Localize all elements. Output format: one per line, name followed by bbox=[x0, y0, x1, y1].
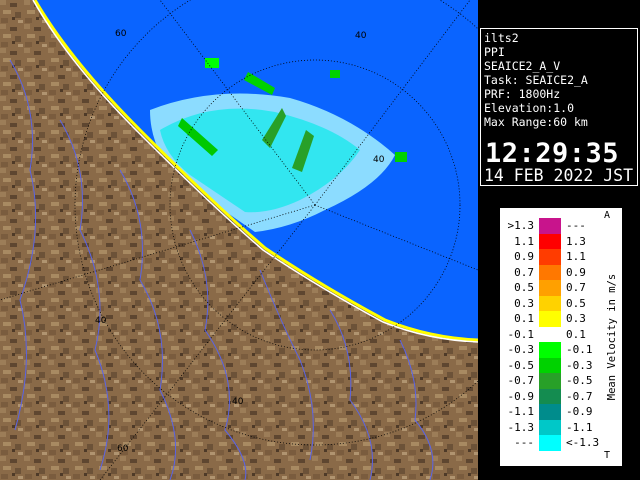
legend-upper-bound: -0.9 bbox=[566, 405, 593, 418]
legend-lower-bound: >1.3 bbox=[507, 219, 535, 232]
legend-swatch bbox=[539, 264, 561, 280]
velocity-legend: >1.3 --- 1.1 1.3 0.9 1.1 0.7 0.9 0.5 0.7 0.3 0.5 0.1… bbox=[500, 208, 622, 466]
legend-lower-bound: 1.1 bbox=[514, 234, 534, 248]
legend-upper-bound: 1.1 bbox=[566, 250, 586, 263]
legend-swatch bbox=[539, 342, 561, 358]
legend-axis-text: Mean Velocity in m/s bbox=[606, 273, 618, 401]
range-label: 40 bbox=[232, 397, 244, 407]
legend-lower-bound: -0.7 bbox=[507, 374, 535, 387]
legend-upper-bound: 1.3 bbox=[566, 234, 586, 248]
legend-lower-bound: -0.3 bbox=[507, 343, 535, 356]
legend-upper-bound: 0.9 bbox=[566, 265, 586, 279]
legend-swatch bbox=[539, 373, 561, 389]
legend-swatch bbox=[539, 233, 561, 249]
echo-patch-2 bbox=[330, 70, 340, 78]
legend-lower-bound: -1.1 bbox=[507, 405, 535, 418]
legend-swatch bbox=[539, 435, 561, 451]
max-range-value: Max Range:60 km bbox=[484, 115, 588, 129]
legend-bottom-mark: T bbox=[604, 450, 611, 461]
legend-lower-bound: 0.3 bbox=[514, 296, 534, 310]
legend-lower-bound: -0.5 bbox=[507, 358, 535, 372]
legend-upper-bound: 0.3 bbox=[566, 312, 586, 325]
radar-name: ilts2 bbox=[484, 31, 519, 45]
legend-upper-bound: 0.5 bbox=[566, 296, 586, 310]
legend-lower-bound: 0.1 bbox=[514, 312, 534, 325]
echo-patch-1 bbox=[205, 58, 219, 68]
legend-lower-bound: 0.9 bbox=[514, 250, 534, 263]
prf-value: PRF: 1800Hz bbox=[484, 87, 561, 101]
legend-swatch bbox=[539, 326, 561, 342]
legend-top-mark: A bbox=[604, 210, 611, 221]
legend-lower-bound: -0.9 bbox=[507, 389, 535, 403]
scan-info-panel: ilts2 PPI SEAICE2_A_V Task: SEAICE2_A PR… bbox=[480, 28, 638, 186]
legend-upper-bound: -0.5 bbox=[566, 374, 593, 387]
legend-lower-bound: -1.3 bbox=[507, 420, 535, 434]
scan-type: PPI bbox=[484, 45, 505, 59]
legend-swatch bbox=[539, 404, 561, 420]
legend-swatch bbox=[539, 280, 561, 296]
legend-swatch bbox=[539, 218, 561, 234]
range-label: 60 bbox=[117, 444, 129, 454]
legend-upper-bound: -0.7 bbox=[566, 389, 593, 403]
legend-swatch bbox=[539, 388, 561, 404]
legend-lower-bound: -0.1 bbox=[507, 327, 535, 341]
elevation-value: Elevation:1.0 bbox=[484, 101, 575, 115]
task-name: Task: SEAICE2_A bbox=[484, 73, 588, 87]
legend-upper-bound: 0.1 bbox=[566, 327, 586, 341]
legend-upper-bound: -0.3 bbox=[566, 358, 593, 372]
legend-upper-bound: 0.7 bbox=[566, 281, 586, 294]
legend-upper-bound: <-1.3 bbox=[566, 436, 600, 449]
range-label: 40 bbox=[355, 31, 367, 41]
radar-ppi-map: 60 40 40 40 40 60 bbox=[0, 0, 478, 480]
legend-swatch bbox=[539, 295, 561, 311]
legend-swatch bbox=[539, 249, 561, 265]
legend-lower-bound: 0.7 bbox=[514, 265, 534, 279]
range-label: 60 bbox=[115, 29, 127, 39]
product-name: SEAICE2_A_V bbox=[484, 59, 561, 73]
legend-swatch bbox=[539, 419, 561, 435]
range-label: 40 bbox=[373, 155, 385, 165]
scan-date: 14 FEB 2022 JST bbox=[484, 166, 634, 185]
legend-axis-label: Mean Velocity in m/s bbox=[604, 208, 620, 466]
legend-upper-bound: -1.1 bbox=[566, 420, 593, 434]
echo-patch-3 bbox=[395, 152, 407, 162]
legend-lower-bound: --- bbox=[514, 436, 534, 449]
range-label: 40 bbox=[95, 316, 107, 326]
legend-upper-bound: --- bbox=[566, 219, 586, 232]
legend-upper-bound: -0.1 bbox=[566, 343, 593, 356]
legend-swatch bbox=[539, 311, 561, 327]
scan-time: 12:29:35 bbox=[485, 138, 620, 169]
legend-swatch bbox=[539, 357, 561, 373]
legend-lower-bound: 0.5 bbox=[514, 281, 534, 294]
